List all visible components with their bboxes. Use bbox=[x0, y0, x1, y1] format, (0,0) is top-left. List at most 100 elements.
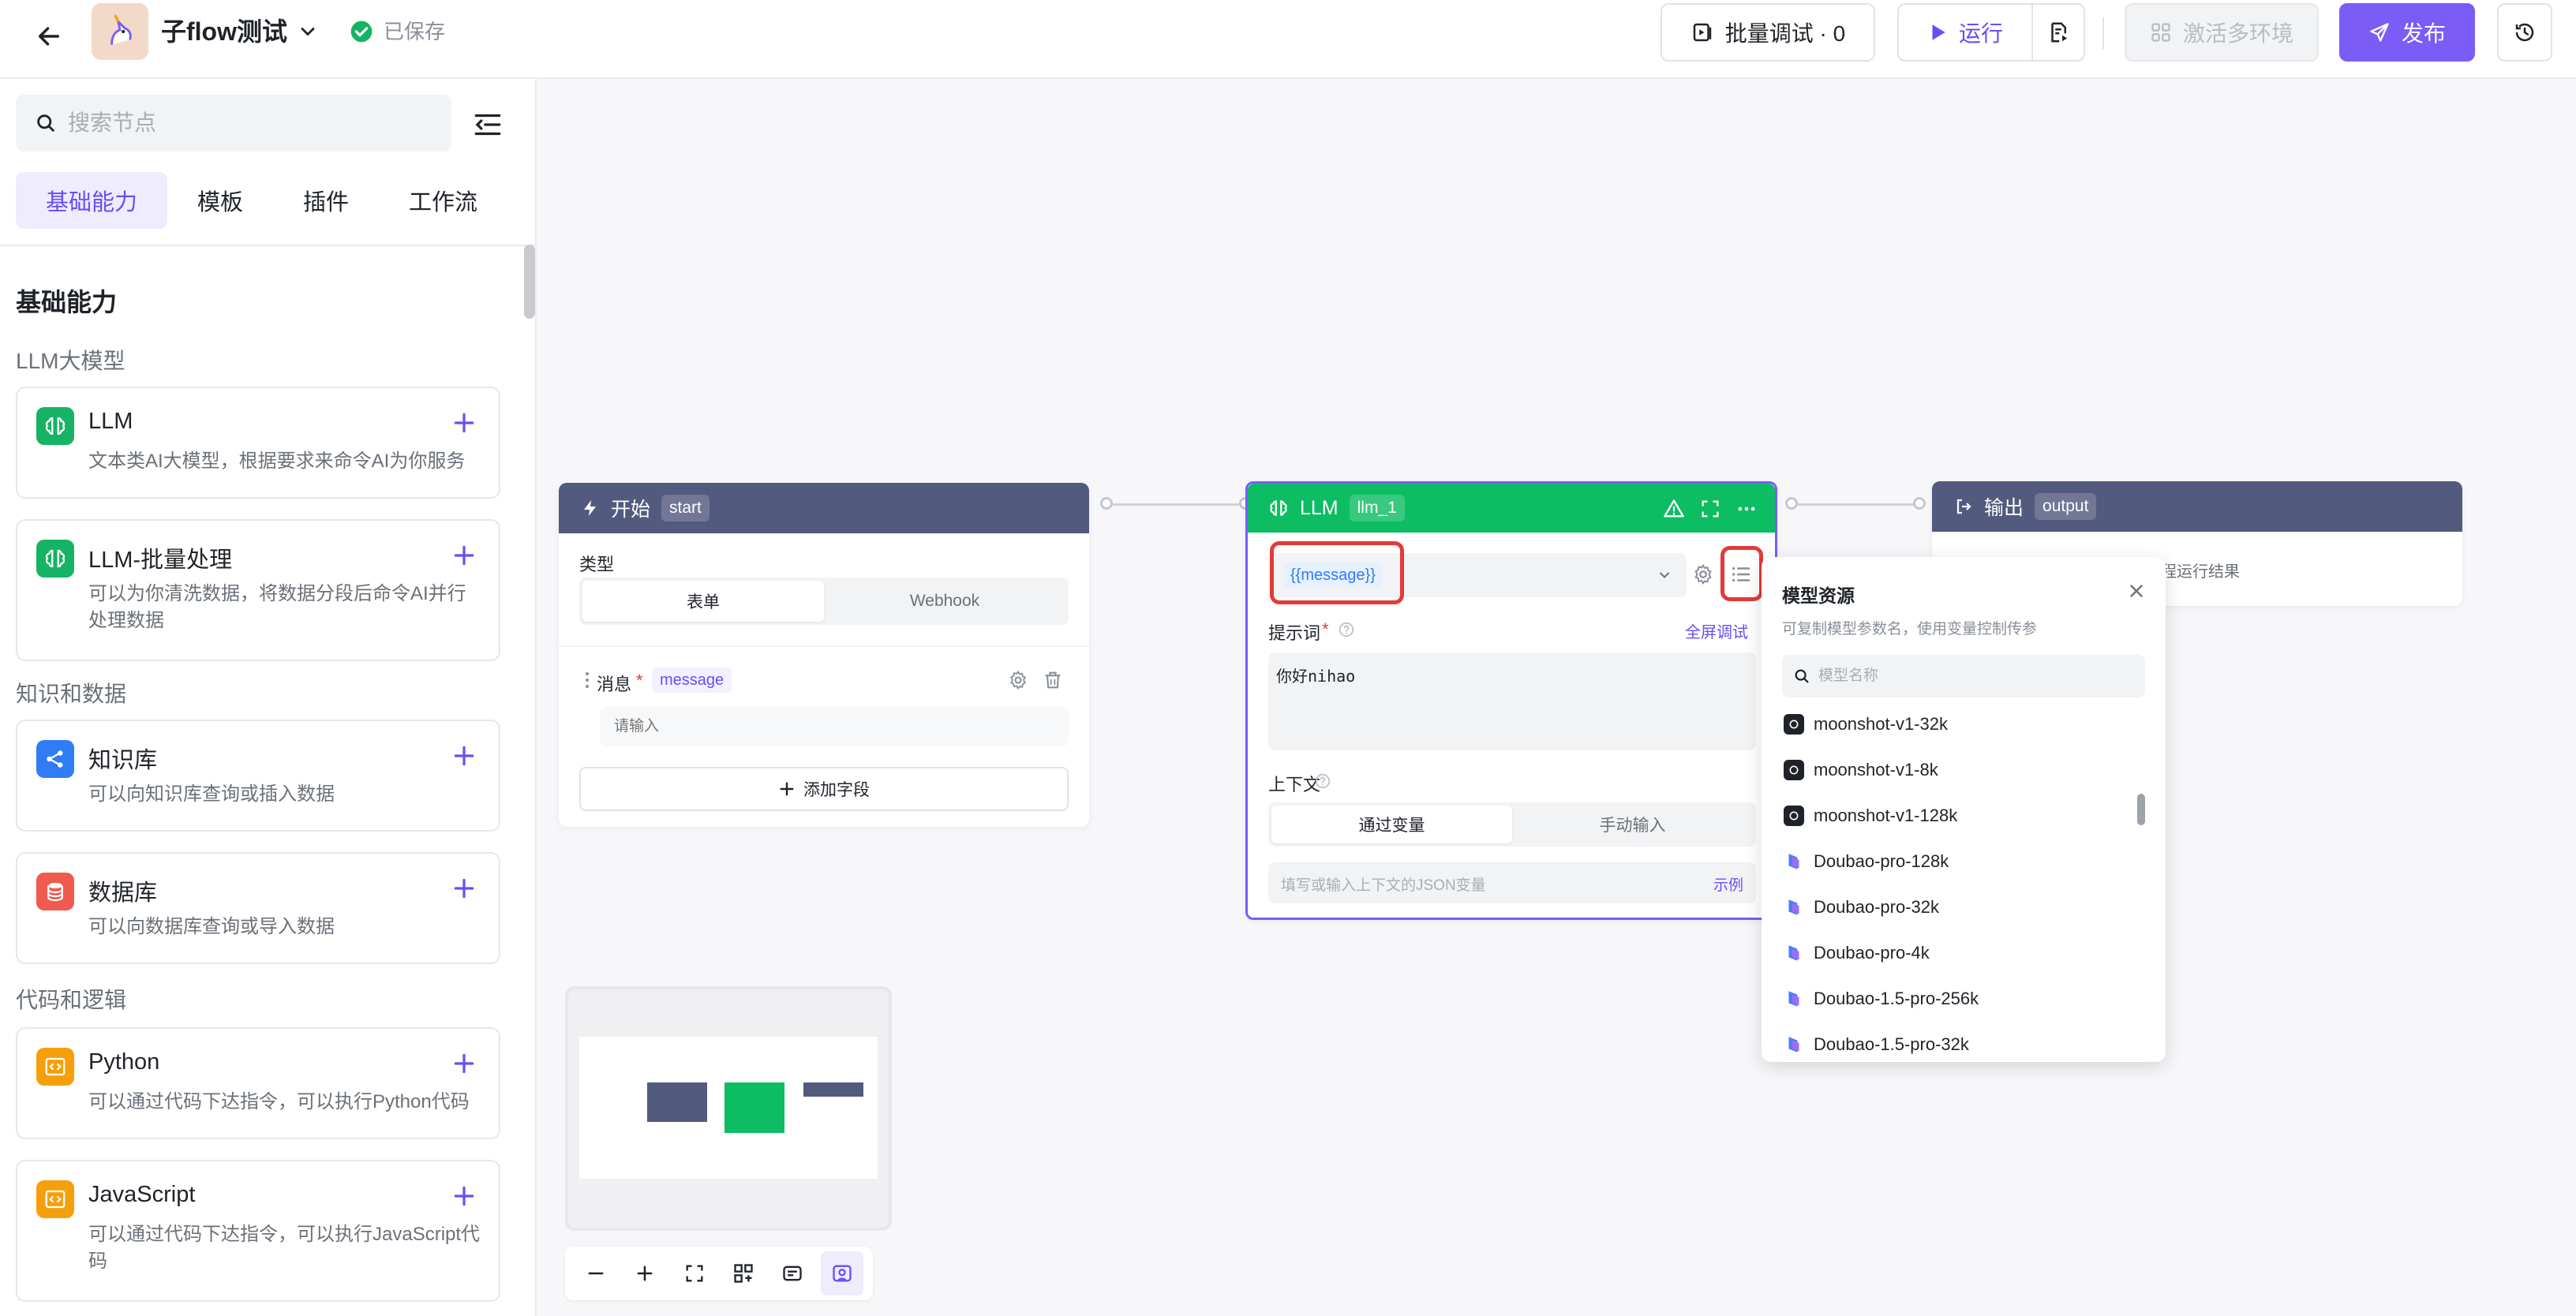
model-search-input[interactable] bbox=[1817, 663, 2132, 690]
divider bbox=[0, 245, 535, 246]
batch-debug-button[interactable]: 批量调试 · 0 bbox=[1661, 3, 1875, 62]
tab-workflows[interactable]: 工作流 bbox=[379, 172, 507, 229]
trash-icon[interactable] bbox=[1042, 669, 1064, 691]
zoom-in-button[interactable] bbox=[623, 1251, 666, 1295]
model-item-name: Doubao-pro-32k bbox=[1814, 897, 1939, 917]
more-icon[interactable] bbox=[1735, 498, 1758, 520]
port-start-out[interactable] bbox=[1100, 497, 1113, 510]
node-card-desc: 可以通过代码下达指令，可以执行Python代码 bbox=[88, 1091, 470, 1112]
tab-plugins[interactable]: 插件 bbox=[273, 172, 379, 229]
example-link[interactable]: 示例 bbox=[1713, 873, 1743, 895]
node-card-database[interactable]: 数据库 可以向数据库查询或导入数据 bbox=[16, 852, 500, 964]
tab-templates[interactable]: 模板 bbox=[167, 172, 273, 229]
plus-icon[interactable] bbox=[451, 1051, 477, 1076]
batch-debug-label: 批量调试 · 0 bbox=[1724, 21, 1846, 46]
node-card-name: 知识库 bbox=[88, 748, 158, 773]
fit-view-button[interactable] bbox=[673, 1251, 716, 1295]
run-button[interactable]: 运行 bbox=[1897, 3, 2033, 62]
context-input[interactable]: 填写或输入上下文的JSON变量 示例 bbox=[1268, 862, 1756, 903]
plus-icon[interactable] bbox=[451, 410, 477, 436]
prompt-editor[interactable]: 你好nihao bbox=[1268, 652, 1756, 750]
node-card-llm[interactable]: LLM 文本类AI大模型，根据要求来命令AI为你服务 bbox=[16, 387, 500, 499]
plus-icon[interactable] bbox=[451, 743, 477, 768]
activate-multi-env-button[interactable]: 激活多环境 bbox=[2125, 3, 2319, 62]
zoom-out-button[interactable] bbox=[575, 1251, 617, 1295]
node-card-desc: 可以通过代码下达指令，可以执行JavaScript代码 bbox=[88, 1224, 481, 1272]
help-icon[interactable] bbox=[1314, 772, 1331, 790]
auto-layout-button[interactable] bbox=[722, 1251, 765, 1295]
node-card-javascript[interactable]: JavaScript 可以通过代码下达指令，可以执行JavaScript代码 bbox=[16, 1160, 500, 1302]
port-output-in[interactable] bbox=[1913, 497, 1926, 510]
minimap-start-node bbox=[647, 1082, 707, 1122]
context-option-manual[interactable]: 手动输入 bbox=[1512, 806, 1753, 843]
type-option-webhook[interactable]: Webhook bbox=[824, 581, 1065, 622]
node-search-box[interactable] bbox=[16, 95, 451, 151]
model-resource-popover: 模型资源 可复制模型参数名，使用变量控制传参 moonshot-v1-32k m… bbox=[1762, 557, 2166, 1062]
settings-icon[interactable] bbox=[1691, 563, 1715, 586]
node-card-python[interactable]: Python 可以通过代码下达指令，可以执行Python代码 bbox=[16, 1027, 500, 1139]
collapse-sidebar-icon[interactable] bbox=[472, 110, 504, 139]
flow-title[interactable]: 子flow测试 bbox=[161, 14, 287, 49]
help-icon[interactable] bbox=[1338, 621, 1355, 638]
model-item[interactable]: Doubao-1.5-pro-256k bbox=[1784, 983, 1979, 1015]
layout-icon bbox=[734, 1264, 753, 1283]
popover-scrollbar[interactable] bbox=[2137, 794, 2145, 825]
llm-node-tag: llm_1 bbox=[1349, 495, 1405, 522]
model-item[interactable]: Doubao-1.5-pro-32k bbox=[1784, 1029, 1969, 1060]
add-field-button[interactable]: 添加字段 bbox=[579, 767, 1069, 811]
node-search-input[interactable] bbox=[66, 106, 429, 140]
arrow-left-icon bbox=[38, 27, 60, 46]
port-llm-out[interactable] bbox=[1785, 497, 1798, 510]
plus-icon bbox=[638, 1266, 653, 1281]
highlight-list-icon bbox=[1720, 546, 1763, 601]
model-item-name: moonshot-v1-128k bbox=[1814, 806, 1958, 825]
context-option-variable[interactable]: 通过变量 bbox=[1271, 806, 1512, 843]
context-placeholder: 填写或输入上下文的JSON变量 bbox=[1281, 877, 1486, 894]
publish-label: 发布 bbox=[2401, 21, 2446, 46]
model-item[interactable]: moonshot-v1-128k bbox=[1784, 800, 1957, 832]
chevron-down-icon bbox=[1660, 572, 1669, 578]
gear-icon[interactable] bbox=[1007, 669, 1029, 691]
plus-icon[interactable] bbox=[451, 543, 477, 568]
search-icon bbox=[37, 114, 54, 132]
comment-button[interactable] bbox=[771, 1251, 814, 1295]
minus-icon bbox=[588, 1272, 604, 1275]
warning-icon[interactable] bbox=[1663, 498, 1685, 520]
tab-basic[interactable]: 基础能力 bbox=[16, 172, 168, 229]
sidebar-scrollbar[interactable] bbox=[524, 245, 535, 319]
model-item[interactable]: Doubao-pro-32k bbox=[1784, 892, 1939, 923]
node-card-knowledge[interactable]: 知识库 可以向知识库查询或插入数据 bbox=[16, 720, 500, 832]
publish-button[interactable]: 发布 bbox=[2339, 3, 2475, 62]
run-log-button[interactable] bbox=[2031, 3, 2085, 62]
multi-env-label: 激活多环境 bbox=[2182, 21, 2293, 46]
node-card-llm-batch[interactable]: LLM-批量处理 可以为你清洗数据，将数据分段后命令AI并行处理数据 bbox=[16, 519, 500, 661]
start-node[interactable]: 开始 start 类型 表单 Webhook 消息 * message 添加字段 bbox=[559, 483, 1089, 827]
brain-icon bbox=[1270, 500, 1287, 516]
plus-icon[interactable] bbox=[451, 876, 477, 901]
model-item[interactable]: moonshot-v1-8k bbox=[1784, 754, 1938, 786]
model-item-name: Doubao-1.5-pro-256k bbox=[1814, 989, 1979, 1008]
fullscreen-debug-link[interactable]: 全屏调试 bbox=[1685, 619, 1748, 642]
flow-avatar[interactable] bbox=[92, 3, 148, 60]
close-icon[interactable] bbox=[2126, 581, 2147, 601]
minimap-toggle-button[interactable] bbox=[820, 1251, 863, 1295]
model-item[interactable]: Doubao-pro-128k bbox=[1784, 846, 1949, 877]
minimap[interactable] bbox=[565, 986, 892, 1231]
model-item[interactable]: moonshot-v1-32k bbox=[1784, 708, 1948, 740]
history-button[interactable] bbox=[2497, 3, 2552, 62]
back-button[interactable] bbox=[28, 16, 69, 57]
expand-icon[interactable] bbox=[1699, 498, 1721, 520]
model-item[interactable]: Doubao-pro-4k bbox=[1784, 937, 1930, 969]
type-option-form[interactable]: 表单 bbox=[582, 581, 824, 622]
plus-icon[interactable] bbox=[451, 1183, 477, 1209]
node-card-desc: 文本类AI大模型，根据要求来命令AI为你服务 bbox=[88, 451, 466, 472]
chevron-down-icon[interactable] bbox=[297, 21, 319, 43]
database-icon bbox=[36, 873, 74, 910]
start-node-title: 开始 bbox=[611, 499, 651, 521]
message-input[interactable] bbox=[600, 707, 1069, 746]
popover-subtitle: 可复制模型参数名，使用变量控制传参 bbox=[1782, 621, 2038, 637]
moonshot-icon bbox=[1784, 806, 1804, 826]
model-search-box[interactable] bbox=[1782, 655, 2145, 697]
drag-handle-icon[interactable] bbox=[582, 671, 592, 690]
map-icon bbox=[833, 1265, 852, 1282]
